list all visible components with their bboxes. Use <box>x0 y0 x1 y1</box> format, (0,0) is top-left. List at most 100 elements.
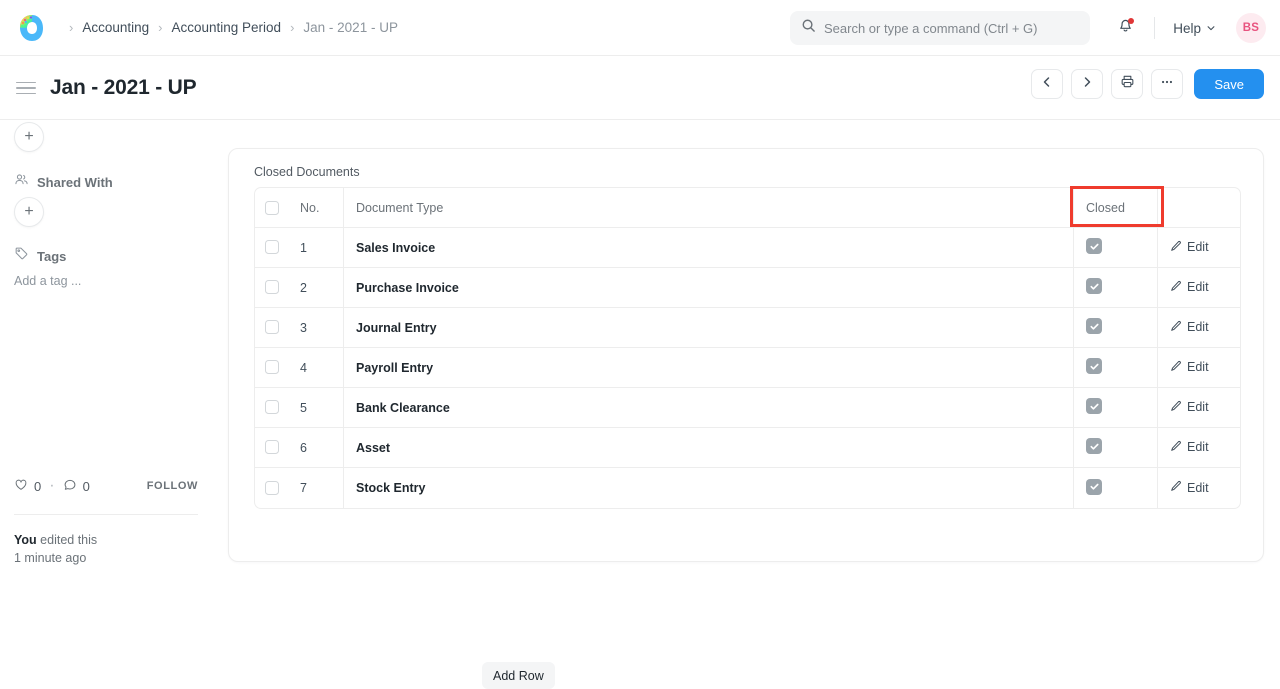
comment-button[interactable]: 0 <box>63 478 90 495</box>
table-header-row: No. Document Type Closed <box>255 188 1240 228</box>
breadcrumb: › Accounting › Accounting Period › Jan -… <box>60 20 398 35</box>
row-checkbox[interactable] <box>265 440 279 454</box>
row-document-type[interactable]: Journal Entry <box>344 308 1074 348</box>
table-row[interactable]: 3 Journal Entry Edit <box>255 308 1240 348</box>
closed-checkbox-checked[interactable] <box>1086 479 1102 495</box>
row-edit-cell: Edit <box>1158 308 1240 348</box>
chevron-down-icon <box>1206 21 1216 36</box>
table-row[interactable]: 5 Bank Clearance Edit <box>255 388 1240 428</box>
row-checkbox[interactable] <box>265 320 279 334</box>
row-document-type[interactable]: Sales Invoice <box>344 228 1074 268</box>
pencil-icon <box>1170 440 1182 455</box>
table-header: No. Document Type Closed <box>255 188 1240 228</box>
table-row[interactable]: 2 Purchase Invoice Edit <box>255 268 1240 308</box>
breadcrumb-separator: › <box>158 20 162 35</box>
avatar[interactable]: BS <box>1236 13 1266 43</box>
activity-time: 1 minute ago <box>14 549 204 567</box>
tags-label: Tags <box>37 249 66 264</box>
edit-row-button[interactable]: Edit <box>1170 440 1209 455</box>
row-select-cell <box>255 268 288 308</box>
column-header-document-type[interactable]: Document Type <box>344 188 1074 228</box>
edit-label: Edit <box>1187 360 1209 374</box>
pencil-icon <box>1170 240 1182 255</box>
closed-documents-table: No. Document Type Closed 1 Sales Invoice <box>254 187 1241 509</box>
hamburger-icon[interactable] <box>16 82 36 95</box>
row-edit-cell: Edit <box>1158 428 1240 468</box>
form-card: Closed Documents No. Document Type Close… <box>228 148 1264 562</box>
row-document-type[interactable]: Bank Clearance <box>344 388 1074 428</box>
row-checkbox[interactable] <box>265 240 279 254</box>
print-button[interactable] <box>1111 69 1143 99</box>
edit-row-button[interactable]: Edit <box>1170 480 1209 495</box>
column-header-edit <box>1158 188 1240 228</box>
table-row[interactable]: 7 Stock Entry Edit <box>255 468 1240 508</box>
row-document-type[interactable]: Asset <box>344 428 1074 468</box>
add-row-button[interactable]: Add Row <box>482 662 555 689</box>
row-closed-cell <box>1074 468 1158 508</box>
select-all-checkbox[interactable] <box>265 201 279 215</box>
row-checkbox[interactable] <box>265 280 279 294</box>
grid-label: Closed Documents <box>254 165 360 179</box>
top-navbar: › Accounting › Accounting Period › Jan -… <box>0 0 1280 56</box>
like-button[interactable]: 0 <box>14 478 41 495</box>
edit-label: Edit <box>1187 280 1209 294</box>
row-checkbox[interactable] <box>265 400 279 414</box>
row-edit-cell: Edit <box>1158 468 1240 508</box>
row-document-type[interactable]: Stock Entry <box>344 468 1074 508</box>
frappe-logo-icon[interactable] <box>14 10 50 46</box>
row-checkbox[interactable] <box>265 481 279 495</box>
column-header-closed[interactable]: Closed <box>1074 188 1158 228</box>
select-all-header <box>255 188 288 228</box>
row-checkbox[interactable] <box>265 360 279 374</box>
column-header-no[interactable]: No. <box>288 188 344 228</box>
closed-checkbox-checked[interactable] <box>1086 238 1102 254</box>
navbar-right-actions: Help BS <box>1108 0 1266 56</box>
row-select-cell <box>255 228 288 268</box>
row-number: 5 <box>288 388 344 428</box>
closed-checkbox-checked[interactable] <box>1086 398 1102 414</box>
add-share-button[interactable]: + <box>14 197 44 227</box>
notifications-button[interactable] <box>1108 11 1142 45</box>
save-button[interactable]: Save <box>1194 69 1264 99</box>
table-row[interactable]: 6 Asset Edit <box>255 428 1240 468</box>
add-assignment-button[interactable]: + <box>14 122 44 152</box>
table-row[interactable]: 1 Sales Invoice Edit <box>255 228 1240 268</box>
table-row[interactable]: 4 Payroll Entry Edit <box>255 348 1240 388</box>
row-edit-cell: Edit <box>1158 388 1240 428</box>
closed-checkbox-checked[interactable] <box>1086 438 1102 454</box>
row-edit-cell: Edit <box>1158 268 1240 308</box>
row-select-cell <box>255 468 288 508</box>
closed-checkbox-checked[interactable] <box>1086 318 1102 334</box>
activity-log: You edited this 1 minute ago You created… <box>14 531 204 571</box>
pencil-icon <box>1170 480 1182 495</box>
shared-with-section: Shared With <box>14 172 113 192</box>
row-document-type[interactable]: Purchase Invoice <box>344 268 1074 308</box>
edit-row-button[interactable]: Edit <box>1170 240 1209 255</box>
edit-row-button[interactable]: Edit <box>1170 400 1209 415</box>
row-number: 4 <box>288 348 344 388</box>
add-tag-input[interactable]: Add a tag ... <box>14 274 81 288</box>
breadcrumb-item-accounting-period[interactable]: Accounting Period <box>171 20 281 35</box>
edit-row-button[interactable]: Edit <box>1170 280 1209 295</box>
shared-with-label: Shared With <box>37 175 113 190</box>
like-count: 0 <box>34 479 41 494</box>
closed-checkbox-checked[interactable] <box>1086 278 1102 294</box>
previous-button[interactable] <box>1031 69 1063 99</box>
comment-icon <box>63 478 77 495</box>
global-search[interactable] <box>790 11 1090 45</box>
follow-button[interactable]: FOLLOW <box>147 480 198 492</box>
next-button[interactable] <box>1071 69 1103 99</box>
more-options-button[interactable] <box>1151 69 1183 99</box>
search-input[interactable] <box>824 21 1074 36</box>
closed-checkbox-checked[interactable] <box>1086 358 1102 374</box>
row-select-cell <box>255 348 288 388</box>
row-closed-cell <box>1074 308 1158 348</box>
row-document-type[interactable]: Payroll Entry <box>344 348 1074 388</box>
edit-row-button[interactable]: Edit <box>1170 360 1209 375</box>
help-dropdown[interactable]: Help <box>1167 17 1222 40</box>
row-edit-cell: Edit <box>1158 348 1240 388</box>
row-number: 3 <box>288 308 344 348</box>
breadcrumb-item-accounting[interactable]: Accounting <box>82 20 149 35</box>
edit-label: Edit <box>1187 440 1209 454</box>
edit-row-button[interactable]: Edit <box>1170 320 1209 335</box>
